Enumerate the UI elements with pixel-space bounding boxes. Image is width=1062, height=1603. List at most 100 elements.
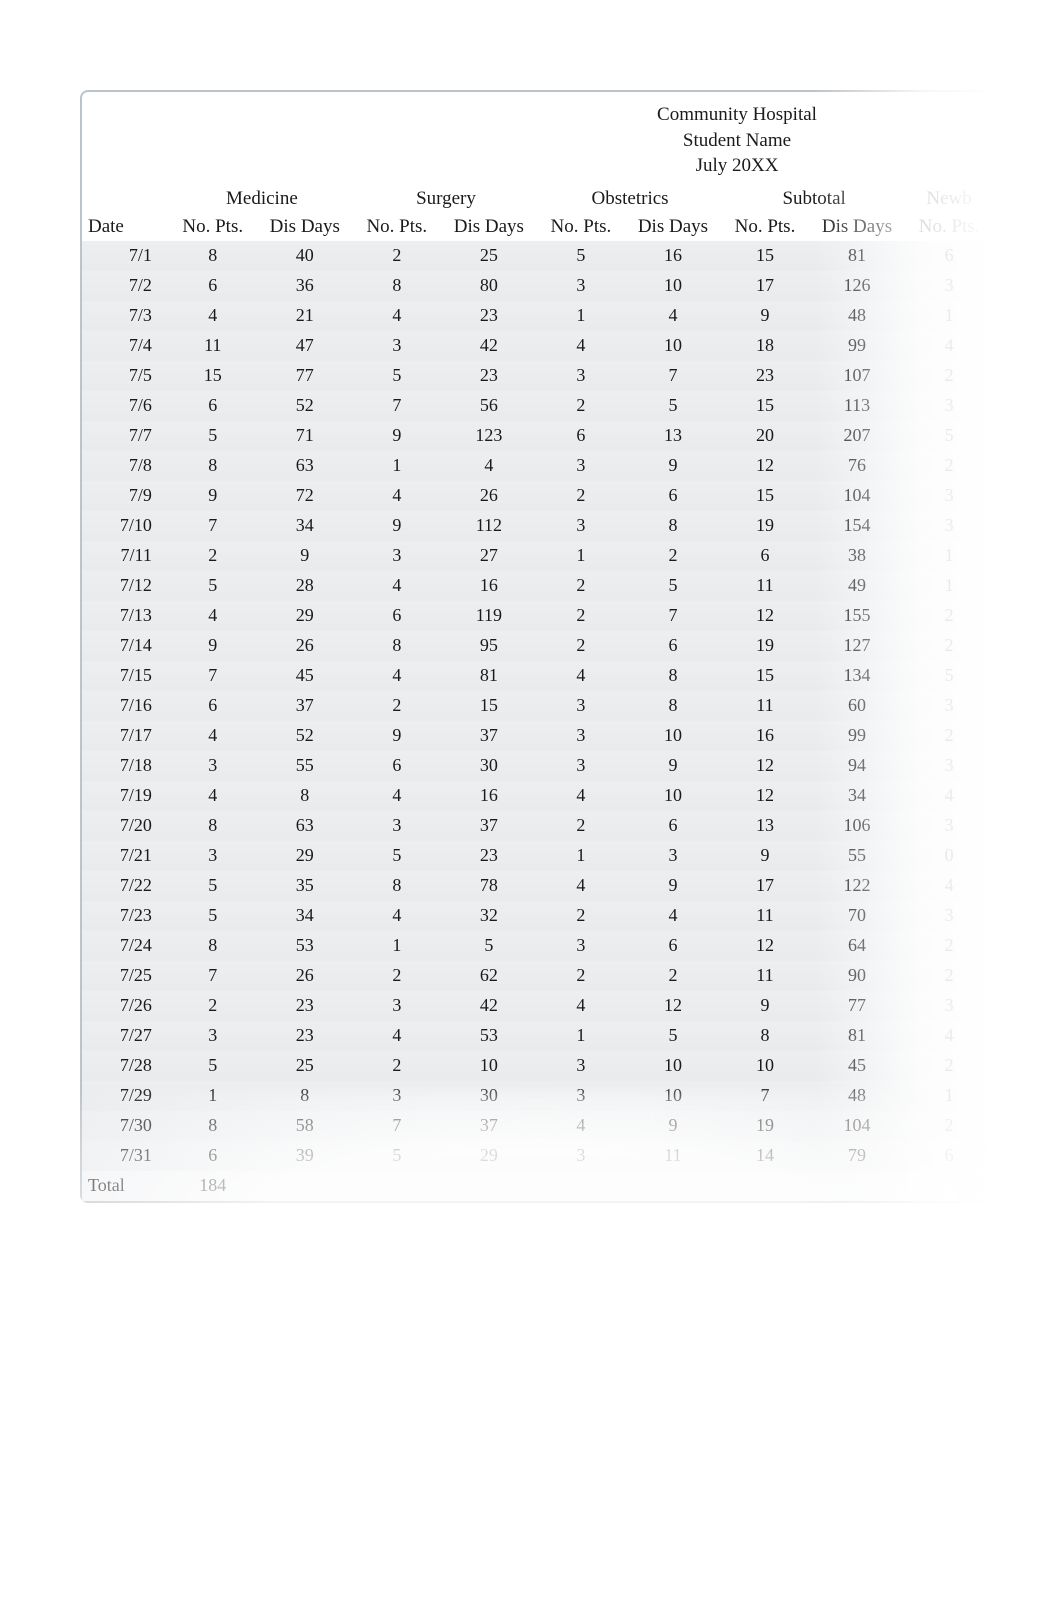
cell-sur-days: 62 — [440, 961, 538, 991]
cell-sub-days: 127 — [808, 631, 906, 661]
cell-sur-pts: 8 — [354, 271, 440, 301]
cell-ob-pts: 3 — [538, 721, 624, 751]
cell-newb-pts: 2 — [906, 1111, 992, 1141]
cell-newb-pts: 4 — [906, 871, 992, 901]
cell-ob-pts: 4 — [538, 331, 624, 361]
cell-sub-days: 70 — [808, 901, 906, 931]
cell-date: 7/15 — [82, 661, 170, 691]
table-row: 7/2086333726131063 — [82, 811, 992, 841]
table-row: 7/1574548148151345 — [82, 661, 992, 691]
cell-sub-pts: 16 — [722, 721, 808, 751]
cell-med-days: 77 — [256, 361, 354, 391]
cell-sur-days: 123 — [440, 421, 538, 451]
table-row: 7/3085873749191042 — [82, 1111, 992, 1141]
cell-date: 7/6 — [82, 391, 170, 421]
cell-ob-days: 5 — [624, 571, 722, 601]
report-header: Community Hospital Student Name July 20X… — [82, 92, 992, 185]
cell-med-pts: 5 — [170, 871, 256, 901]
table-row: 7/262233424129773 — [82, 991, 992, 1021]
cell-med-days: 26 — [256, 631, 354, 661]
cell-ob-days: 6 — [624, 481, 722, 511]
cell-date: 7/29 — [82, 1081, 170, 1111]
cell-sub-pts: 12 — [722, 931, 808, 961]
col-group-newb: Newb — [906, 185, 992, 213]
cell-sub-days: 38 — [808, 541, 906, 571]
cell-sub-days: 48 — [808, 301, 906, 331]
cell-newb-pts: 3 — [906, 481, 992, 511]
cell-med-days: 63 — [256, 811, 354, 841]
cell-date: 7/8 — [82, 451, 170, 481]
cell-sur-days: 29 — [440, 1141, 538, 1171]
cell-newb-pts: 3 — [906, 691, 992, 721]
cell-sub-days: 49 — [808, 571, 906, 601]
cell-sub-pts: 15 — [722, 661, 808, 691]
cell-sur-pts: 3 — [354, 1081, 440, 1111]
cell-sur-pts: 2 — [354, 1051, 440, 1081]
cell-sur-days: 37 — [440, 811, 538, 841]
cell-ob-pts: 3 — [538, 1051, 624, 1081]
table-row: 7/2253587849171224 — [82, 871, 992, 901]
cell-sur-pts: 4 — [354, 481, 440, 511]
cell-sur-pts: 1 — [354, 931, 440, 961]
cell-ob-pts: 3 — [538, 451, 624, 481]
cell-ob-pts: 3 — [538, 751, 624, 781]
cell-sub-days: 81 — [808, 1021, 906, 1051]
cell-sur-pts: 4 — [354, 901, 440, 931]
cell-ob-pts: 3 — [538, 1081, 624, 1111]
spreadsheet-panel: Community Hospital Student Name July 20X… — [80, 90, 992, 1203]
table-row: 7/665275625151133 — [82, 391, 992, 421]
cell-ob-pts: 3 — [538, 271, 624, 301]
cell-ob-days: 10 — [624, 331, 722, 361]
cell-ob-pts: 4 — [538, 1111, 624, 1141]
cell-sub-pts: 9 — [722, 841, 808, 871]
cell-sur-days: 23 — [440, 361, 538, 391]
cell-sub-days: 64 — [808, 931, 906, 961]
total-row: Total184 — [82, 1171, 992, 1201]
col-newb-pts: No. Pts. — [906, 213, 992, 241]
cell-med-days: 9 — [256, 541, 354, 571]
cell-newb-pts: 5 — [906, 421, 992, 451]
cell-date: 7/4 — [82, 331, 170, 361]
cell-med-days: 45 — [256, 661, 354, 691]
cell-newb-pts: 2 — [906, 601, 992, 631]
cell-date: 7/10 — [82, 511, 170, 541]
cell-sub-days: 94 — [808, 751, 906, 781]
cell-sur-pts: 4 — [354, 571, 440, 601]
cell-ob-pts: 1 — [538, 841, 624, 871]
cell-newb-pts: 6 — [906, 241, 992, 271]
cell-sur-pts: 2 — [354, 691, 440, 721]
table-row: 7/1745293731016992 — [82, 721, 992, 751]
cell-newb-pts: 3 — [906, 271, 992, 301]
cell-sur-pts: 4 — [354, 301, 440, 331]
cell-sub-pts: 13 — [722, 811, 808, 841]
cell-date: 7/23 — [82, 901, 170, 931]
cell-sub-pts: 6 — [722, 541, 808, 571]
col-group-medicine: Medicine — [170, 185, 354, 213]
cell-sub-days: 77 — [808, 991, 906, 1021]
cell-sub-pts: 19 — [722, 511, 808, 541]
cell-sub-pts: 11 — [722, 901, 808, 931]
cell-sub-pts: 17 — [722, 871, 808, 901]
cell-sur-pts: 9 — [354, 721, 440, 751]
cell-newb-pts: 4 — [906, 1021, 992, 1051]
cell-ob-days: 8 — [624, 691, 722, 721]
cell-sur-pts: 3 — [354, 541, 440, 571]
cell-med-pts: 6 — [170, 691, 256, 721]
cell-sub-pts: 7 — [722, 1081, 808, 1111]
cell-med-pts: 5 — [170, 571, 256, 601]
cell-sur-days: 78 — [440, 871, 538, 901]
cell-sur-days: 42 — [440, 991, 538, 1021]
cell-newb-pts: 2 — [906, 961, 992, 991]
cell-sur-days: 27 — [440, 541, 538, 571]
cell-med-pts: 2 — [170, 991, 256, 1021]
cell-sur-days: 119 — [440, 601, 538, 631]
cell-med-days: 21 — [256, 301, 354, 331]
cell-ob-pts: 1 — [538, 541, 624, 571]
cell-sub-pts: 17 — [722, 271, 808, 301]
cell-ob-pts: 2 — [538, 901, 624, 931]
table-row: 7/235344322411703 — [82, 901, 992, 931]
cell-sur-days: 95 — [440, 631, 538, 661]
cell-med-days: 23 — [256, 1021, 354, 1051]
cell-sur-days: 26 — [440, 481, 538, 511]
cell-sur-days: 25 — [440, 241, 538, 271]
